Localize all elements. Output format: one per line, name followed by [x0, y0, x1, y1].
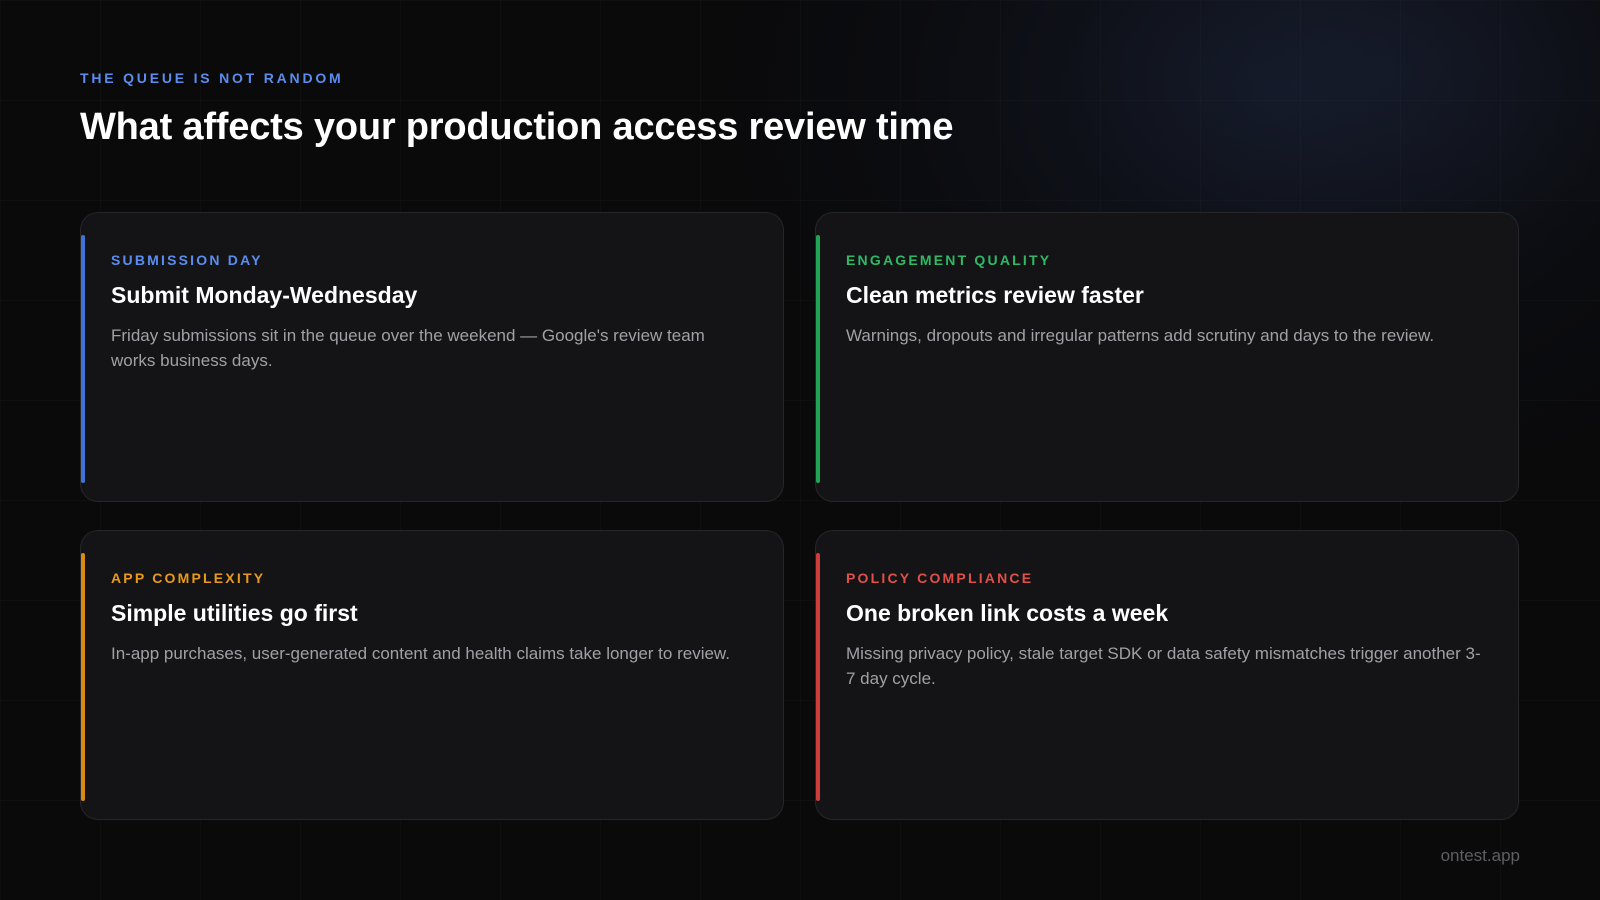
card-category-label: ENGAGEMENT QUALITY — [846, 252, 1052, 268]
card-category-label: SUBMISSION DAY — [111, 252, 263, 268]
card-title: Simple utilities go first — [111, 600, 358, 626]
factor-card-policy-compliance: POLICY COMPLIANCE One broken link costs … — [815, 530, 1519, 820]
card-category-label: APP COMPLEXITY — [111, 570, 266, 586]
card-title: Clean metrics review faster — [846, 282, 1144, 308]
slide: THE QUEUE IS NOT RANDOM What affects you… — [0, 0, 1600, 900]
card-description: In-app purchases, user-generated content… — [111, 644, 730, 663]
factor-card-app-complexity: APP COMPLEXITY Simple utilities go first… — [80, 530, 784, 820]
section-eyebrow: THE QUEUE IS NOT RANDOM — [80, 70, 344, 86]
card-category-label: POLICY COMPLIANCE — [846, 570, 1034, 586]
card-title: One broken link costs a week — [846, 600, 1169, 626]
card-description: Warnings, dropouts and irregular pattern… — [846, 326, 1435, 345]
card-accent-bar — [81, 553, 85, 801]
card-title: Submit Monday-Wednesday — [111, 282, 418, 308]
card-description: Friday submissions sit in the queue over… — [111, 326, 705, 370]
card-accent-bar — [81, 235, 85, 483]
footer-brand-link: ontest.app — [1440, 846, 1520, 865]
factor-card-submission-day: SUBMISSION DAY Submit Monday-Wednesday F… — [80, 212, 784, 502]
card-accent-bar — [816, 235, 820, 483]
card-accent-bar — [816, 553, 820, 801]
card-description: Missing privacy policy, stale target SDK… — [846, 644, 1481, 688]
factor-card-engagement-quality: ENGAGEMENT QUALITY Clean metrics review … — [815, 212, 1519, 502]
page-title: What affects your production access revi… — [80, 106, 954, 148]
